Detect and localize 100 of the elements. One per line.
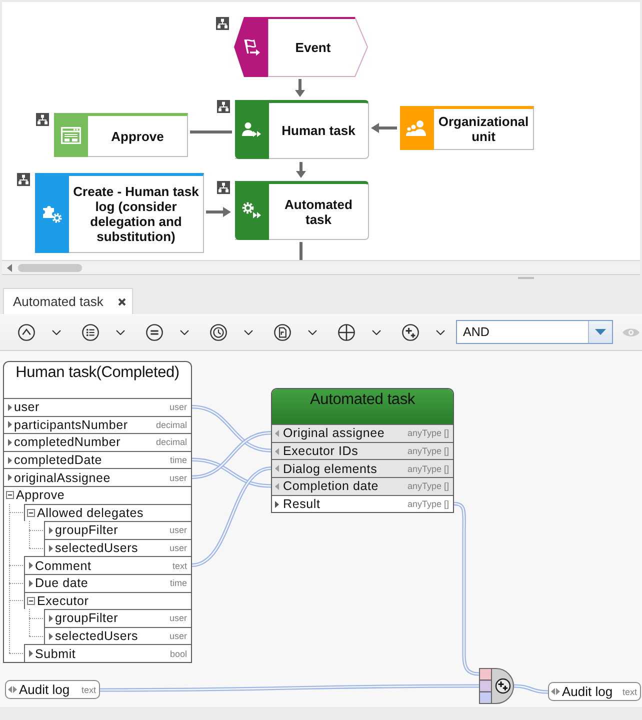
plus-pair-icon[interactable]	[495, 678, 511, 694]
caret-down-icon[interactable]	[52, 330, 61, 334]
window-icon	[61, 126, 81, 144]
field-label: user	[14, 400, 40, 414]
left-right-arrows-icon	[551, 688, 560, 695]
caret-right-icon[interactable]	[8, 474, 12, 482]
caret-left-icon	[275, 430, 279, 437]
caret-right-icon[interactable]	[29, 650, 33, 658]
collapse-icon[interactable]	[27, 596, 35, 605]
caret-right-icon[interactable]	[49, 614, 53, 622]
arrow	[371, 123, 397, 133]
chevron-up-icon[interactable]	[18, 324, 35, 340]
caret-down-icon[interactable]	[436, 330, 445, 334]
plus-icon[interactable]	[338, 324, 355, 340]
type-label: user	[168, 472, 188, 483]
type-label: anyType []	[406, 464, 450, 474]
field-label: groupFilter	[55, 523, 118, 538]
hierarchy-icon[interactable]	[216, 17, 229, 30]
document-icon[interactable]	[274, 324, 291, 340]
tree-line	[29, 609, 30, 636]
hierarchy-icon[interactable]	[36, 113, 49, 126]
collapse-icon[interactable]	[27, 508, 35, 517]
caret-down-icon[interactable]	[180, 330, 189, 334]
puzzle-gear-icon	[42, 203, 62, 223]
type-label: anyType []	[406, 446, 450, 456]
type-label: text	[621, 686, 637, 696]
gear-icon	[242, 202, 262, 219]
type-label: decimal	[154, 437, 188, 448]
type-label: time	[168, 455, 188, 466]
type-label: anyType []	[406, 428, 450, 438]
arrow	[206, 207, 231, 217]
field-label: Completion date	[283, 479, 379, 494]
connector-line	[190, 130, 232, 134]
caret-right-icon[interactable]	[8, 404, 12, 411]
table-title: Human task(Completed)	[16, 364, 180, 382]
caret-down-icon[interactable]	[116, 330, 125, 334]
field-label: Submit	[35, 646, 76, 661]
tab[interactable]: Automated task	[3, 288, 133, 314]
close-icon[interactable]	[118, 298, 126, 306]
triangle-down-icon	[595, 329, 606, 335]
node-label: Create - Human task log (consider delegation and substitution)	[72, 184, 200, 244]
input-port	[479, 668, 492, 681]
field-label: Executor IDs	[283, 444, 358, 458]
collapse-icon[interactable]	[6, 491, 14, 500]
field-label: selectedUsers	[55, 541, 138, 556]
dropdown-button[interactable]	[588, 321, 612, 343]
type-label: time	[168, 578, 188, 588]
caret-right-icon[interactable]	[29, 580, 33, 587]
scrollbar-thumb[interactable]	[18, 264, 82, 272]
type-label: text	[80, 684, 96, 694]
caret-left-icon	[275, 448, 279, 455]
field-label: Executor	[37, 594, 89, 608]
type-label: anyType []	[406, 499, 450, 510]
node-label: Event	[294, 40, 332, 54]
arrow	[296, 162, 306, 178]
type-label: user	[168, 631, 188, 642]
field-label: Allowed delegates	[37, 506, 144, 520]
list-icon[interactable]	[82, 324, 99, 340]
field-label: participantsNumber	[14, 418, 128, 432]
type-label: user	[168, 402, 188, 412]
node-label: Automated task	[284, 196, 354, 226]
type-label: user	[168, 613, 188, 624]
caret-down-icon[interactable]	[308, 330, 317, 334]
caret-right-icon[interactable]	[49, 526, 53, 534]
pill-label: Audit log	[562, 684, 613, 699]
horizontal-scrollbar[interactable]	[2, 260, 640, 275]
field-label: completedDate	[14, 453, 102, 468]
field-label: Comment	[35, 558, 92, 573]
field-label: groupFilter	[55, 611, 118, 626]
caret-left-icon[interactable]	[7, 264, 12, 272]
hierarchy-icon[interactable]	[217, 181, 230, 194]
clock-icon[interactable]	[210, 324, 227, 340]
caret-right-icon[interactable]	[8, 456, 12, 464]
hierarchy-icon[interactable]	[217, 100, 230, 113]
type-label: user	[168, 543, 188, 554]
field-label: Dialog elements	[283, 462, 378, 476]
operator-dropdown[interactable]: AND	[456, 320, 613, 344]
people-icon	[406, 120, 428, 136]
table-title: Automated task	[310, 391, 415, 409]
caret-right-icon[interactable]	[8, 421, 12, 428]
caret-right-icon[interactable]	[49, 544, 53, 552]
field-label: originalAssignee	[14, 470, 111, 485]
caret-down-icon[interactable]	[244, 330, 253, 334]
input-port	[479, 691, 492, 704]
type-label: user	[168, 525, 188, 536]
caret-left-icon	[275, 482, 279, 490]
field-label: Original assignee	[283, 426, 385, 440]
field-label: Result	[283, 497, 320, 512]
plus-pair-icon[interactable]	[402, 324, 419, 340]
hierarchy-icon[interactable]	[17, 173, 30, 186]
type-label: text	[171, 560, 188, 571]
caret-down-icon[interactable]	[372, 330, 381, 334]
caret-right-icon[interactable]	[29, 562, 33, 570]
node-label: Organizational unit	[437, 114, 530, 144]
input-port	[479, 680, 492, 692]
caret-right-icon[interactable]	[49, 632, 53, 640]
field-label: selectedUsers	[55, 629, 138, 644]
flag-icon	[242, 38, 260, 56]
equals-icon[interactable]	[146, 324, 163, 340]
caret-right-icon[interactable]	[8, 438, 12, 446]
